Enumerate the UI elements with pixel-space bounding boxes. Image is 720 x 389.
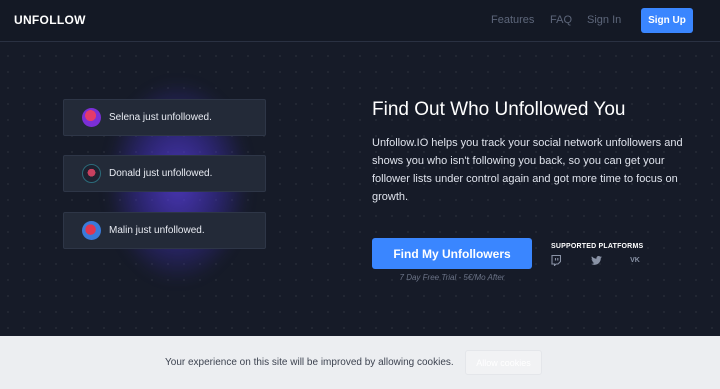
vk-icon: VK bbox=[630, 256, 640, 264]
supported-platforms-title: SUPPORTED PLATFORMS bbox=[551, 243, 644, 250]
logo[interactable]: UNFOLLOW bbox=[14, 13, 86, 27]
avatar bbox=[82, 221, 101, 240]
unfollow-notification-card: Selena just unfollowed. bbox=[63, 99, 266, 136]
avatar bbox=[82, 164, 101, 183]
sign-up-button[interactable]: Sign Up bbox=[641, 8, 693, 33]
notification-text: Selena just unfollowed. bbox=[109, 112, 212, 123]
twitch-icon bbox=[550, 254, 562, 266]
avatar bbox=[82, 108, 101, 127]
allow-cookies-button[interactable]: Allow cookies bbox=[465, 350, 542, 375]
cookie-message: Your experience on this site will be imp… bbox=[165, 357, 454, 368]
unfollow-notification-card: Malin just unfollowed. bbox=[63, 212, 266, 249]
unfollow-notification-card: Donald just unfollowed. bbox=[63, 155, 266, 192]
notification-text: Malin just unfollowed. bbox=[109, 225, 205, 236]
twitter-icon bbox=[590, 254, 602, 266]
hero-title: Find Out Who Unfollowed You bbox=[372, 99, 626, 120]
notification-text: Donald just unfollowed. bbox=[109, 168, 213, 179]
cookie-banner: Your experience on this site will be imp… bbox=[0, 336, 720, 389]
navbar: UNFOLLOW Features FAQ Sign In Sign Up bbox=[0, 0, 720, 42]
find-my-unfollowers-button[interactable]: Find My Unfollowers bbox=[372, 238, 532, 269]
nav-link-faq[interactable]: FAQ bbox=[550, 14, 572, 26]
nav-link-sign-in[interactable]: Sign In bbox=[587, 14, 621, 26]
hero-description: Unfollow.IO helps you track your social … bbox=[372, 137, 683, 203]
nav-link-features[interactable]: Features bbox=[491, 14, 534, 26]
trial-note: 7 Day Free Trial - 5€/Mo After bbox=[399, 273, 505, 282]
